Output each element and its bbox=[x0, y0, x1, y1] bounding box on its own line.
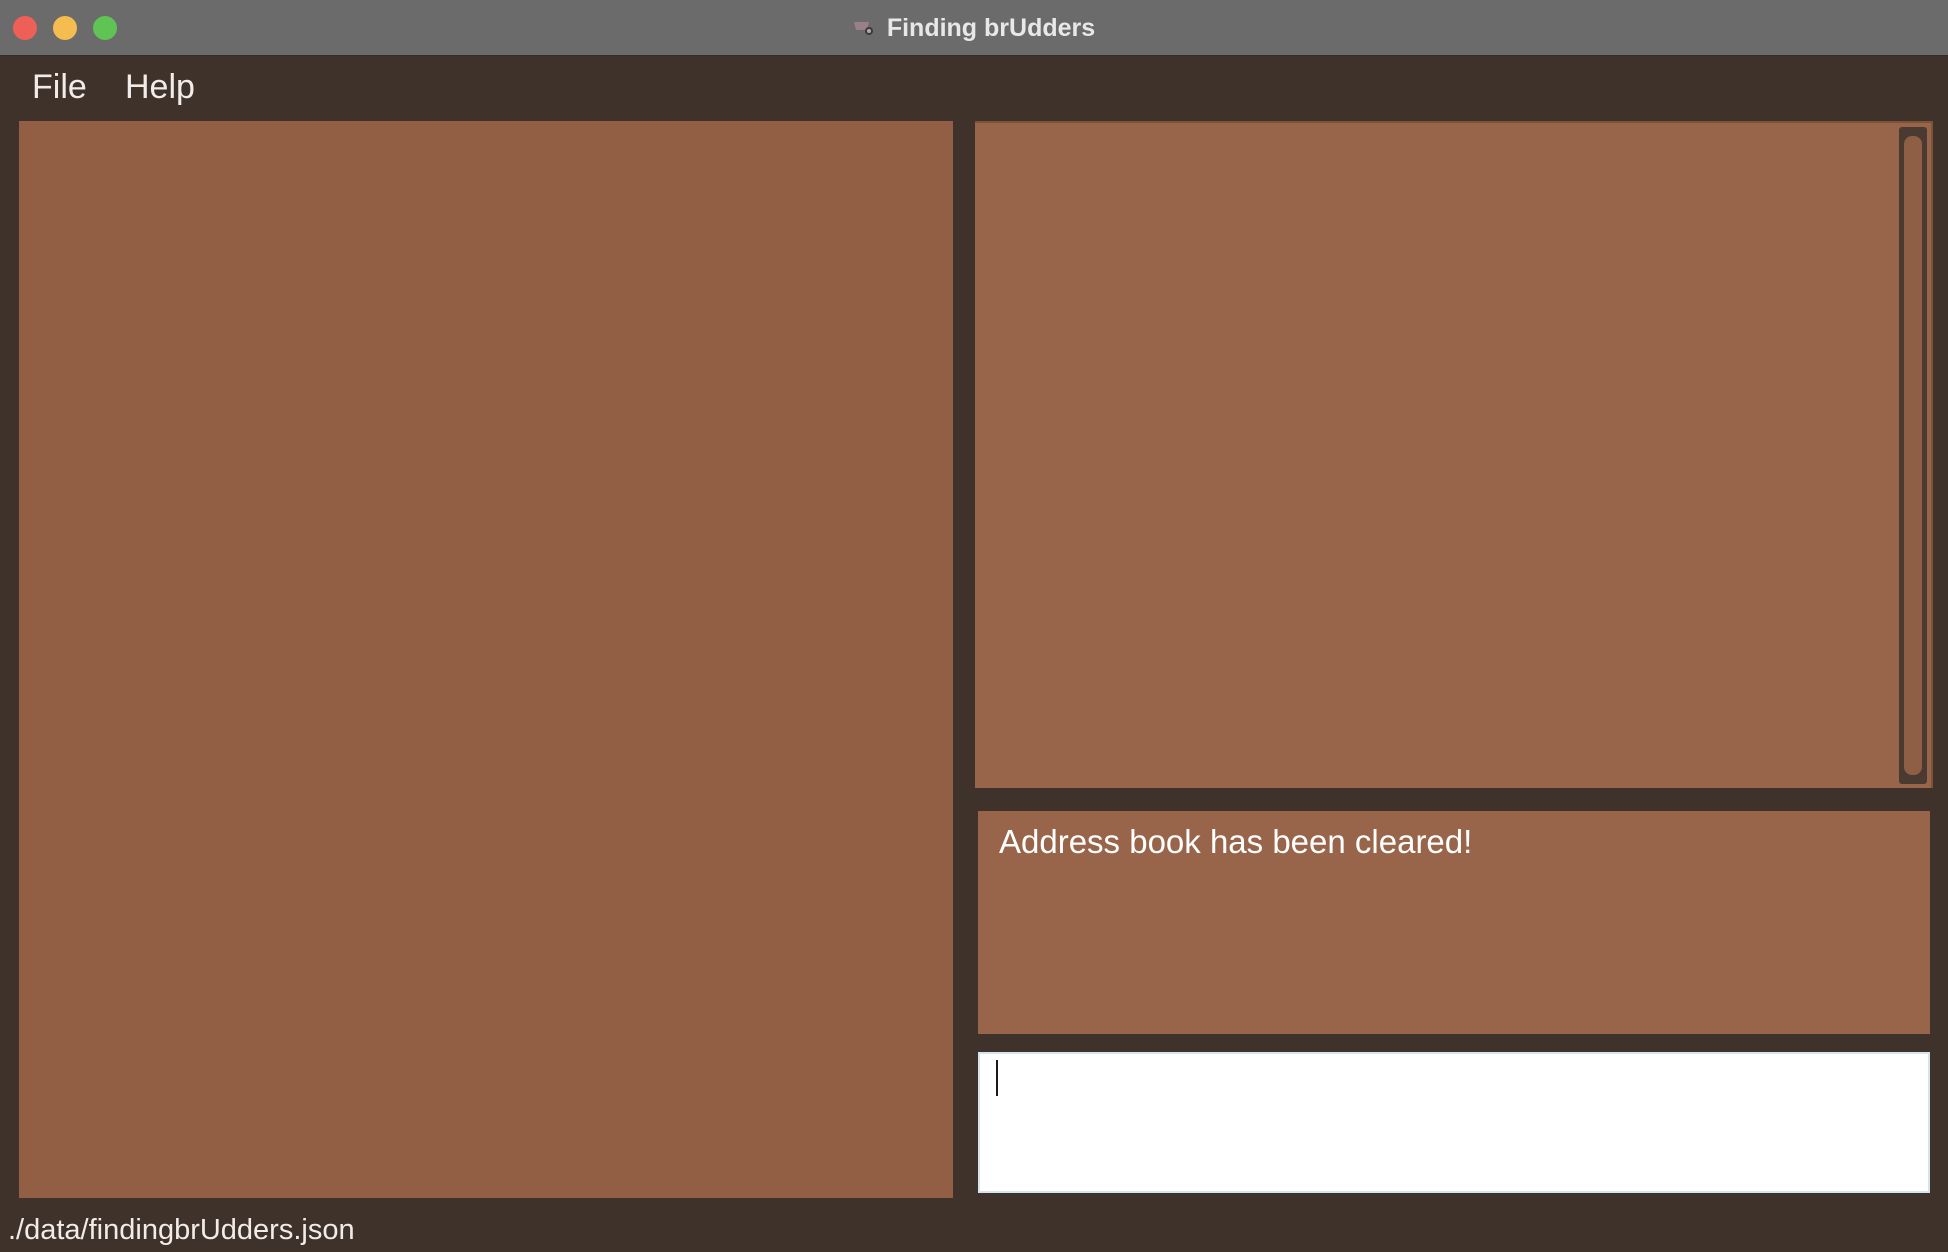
menu-bar: File Help bbox=[0, 57, 1948, 117]
title-wrap: Finding brUdders bbox=[0, 0, 1948, 56]
window-title: Finding brUdders bbox=[886, 13, 1096, 42]
title-bar[interactable]: Finding brUdders bbox=[0, 0, 1948, 56]
command-input[interactable] bbox=[978, 1052, 1930, 1193]
menu-file[interactable]: File bbox=[32, 68, 87, 107]
scrollbar-thumb[interactable] bbox=[1904, 136, 1922, 775]
text-caret bbox=[996, 1060, 998, 1096]
app-window: Finding brUdders File Help Address book … bbox=[0, 0, 1948, 1252]
person-list-panel[interactable] bbox=[19, 121, 953, 1198]
result-message: Address book has been cleared! bbox=[999, 823, 1473, 860]
status-bar: ./data/findingbrUdders.json bbox=[0, 1208, 1948, 1252]
result-display: Address book has been cleared! bbox=[978, 811, 1930, 1034]
detail-panel[interactable] bbox=[975, 121, 1933, 788]
app-icon bbox=[853, 20, 875, 36]
menu-help[interactable]: Help bbox=[125, 68, 195, 107]
vertical-scrollbar[interactable] bbox=[1899, 127, 1927, 784]
save-location-label: ./data/findingbrUdders.json bbox=[8, 1214, 355, 1246]
